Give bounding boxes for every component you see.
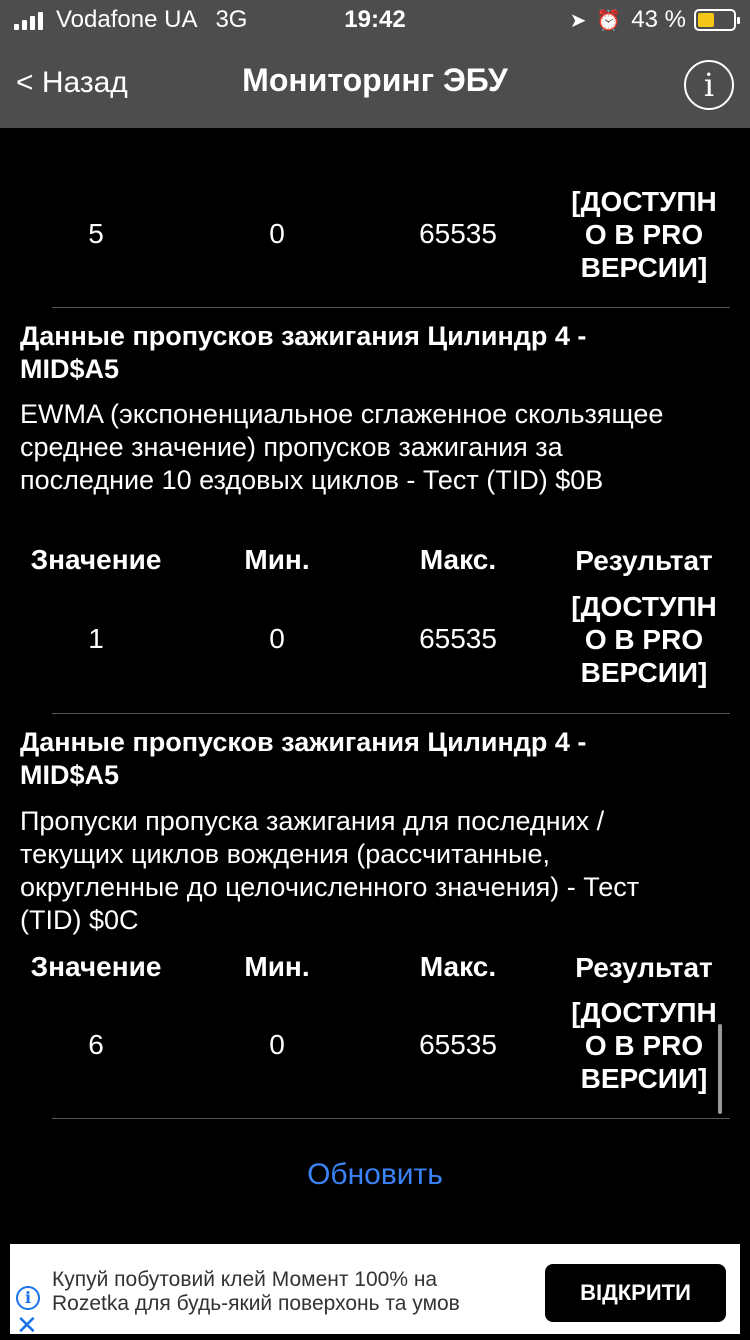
divider bbox=[52, 307, 730, 308]
divider bbox=[52, 1118, 730, 1119]
header-result: Результат bbox=[575, 951, 713, 983]
value-cell: 5 bbox=[88, 218, 104, 249]
table-header: Значение Мин. Макс. Результат bbox=[0, 947, 750, 987]
max-cell: 65535 bbox=[419, 218, 497, 249]
close-icon[interactable]: ✕ bbox=[16, 1312, 38, 1338]
status-right: ➤ ⏰ 43 % bbox=[569, 6, 740, 34]
header-max: Макс. bbox=[419, 544, 497, 575]
info-icon[interactable]: i bbox=[16, 1286, 40, 1310]
table-row: 5 0 65535 [ДОСТУПН О В PRO ВЕРСИИ] bbox=[0, 184, 750, 284]
header-min: Мин. bbox=[244, 951, 310, 982]
result-cell: [ДОСТУПН О В PRO ВЕРСИИ] bbox=[571, 185, 717, 283]
open-ad-button[interactable]: ВІДКРИТИ bbox=[545, 1264, 726, 1322]
result-cell: [ДОСТУПН О В PRO ВЕРСИИ] bbox=[571, 996, 717, 1094]
location-icon: ➤ bbox=[569, 9, 587, 32]
value-cell: 6 bbox=[88, 1029, 104, 1060]
divider bbox=[52, 713, 730, 714]
ad-banner[interactable]: i ✕ Купуй побутовий клей Момент 100% на … bbox=[10, 1244, 740, 1338]
result-cell: [ДОСТУПН О В PRO ВЕРСИИ] bbox=[571, 590, 717, 688]
section-description: Пропуски пропуска зажигания для последни… bbox=[20, 806, 640, 935]
info-icon[interactable]: i bbox=[684, 60, 734, 110]
scrollbar[interactable] bbox=[718, 1024, 722, 1114]
section-title: Данные пропусков зажигания Цилиндр 4 - M… bbox=[20, 321, 587, 384]
page-title: Мониторинг ЭБУ bbox=[242, 62, 508, 98]
min-cell: 0 bbox=[269, 218, 285, 249]
header-value: Значение bbox=[30, 544, 162, 575]
battery-percent: 43 % bbox=[631, 6, 686, 33]
max-cell: 65535 bbox=[419, 1029, 497, 1060]
max-cell: 65535 bbox=[419, 623, 497, 654]
header-max: Макс. bbox=[419, 951, 497, 982]
alarm-icon: ⏰ bbox=[596, 9, 622, 32]
table-row: 6 0 65535 [ДОСТУПН О В PRO ВЕРСИИ] bbox=[0, 995, 750, 1095]
value-cell: 1 bbox=[88, 623, 104, 654]
section-title: Данные пропусков зажигания Цилиндр 4 - M… bbox=[20, 727, 587, 790]
header-value: Значение bbox=[30, 951, 162, 982]
ad-text: Купуй побутовий клей Момент 100% на Roze… bbox=[52, 1268, 460, 1315]
refresh-button[interactable]: Обновить bbox=[0, 1158, 750, 1192]
navigation-bar: < Назад Мониторинг ЭБУ i bbox=[0, 40, 750, 128]
battery-icon bbox=[694, 9, 740, 31]
table-row: 1 0 65535 [ДОСТУПН О В PRO ВЕРСИИ] bbox=[0, 589, 750, 689]
min-cell: 0 bbox=[269, 1029, 285, 1060]
header-result: Результат bbox=[575, 544, 713, 576]
monitor-list[interactable]: 5 0 65535 [ДОСТУПН О В PRO ВЕРСИИ] Данны… bbox=[0, 128, 750, 1244]
table-header: Значение Мин. Макс. Результат bbox=[0, 540, 750, 580]
section-description: EWMA (экспоненциальное сглаженное скольз… bbox=[20, 399, 664, 495]
status-bar: Vodafone UA 3G 19:42 ➤ ⏰ 43 % bbox=[0, 0, 750, 40]
header-min: Мин. bbox=[244, 544, 310, 575]
min-cell: 0 bbox=[269, 623, 285, 654]
